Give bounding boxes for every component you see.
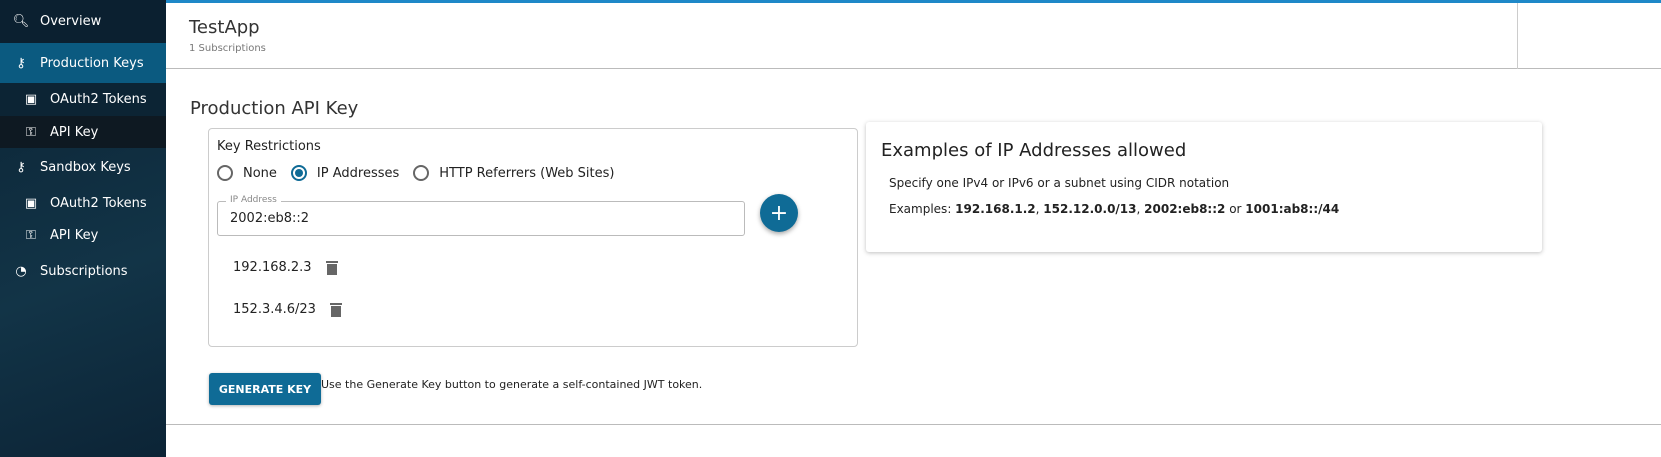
ip-list-item: 192.168.2.3 — [233, 260, 338, 275]
add-ip-button[interactable]: + — [760, 194, 798, 232]
radio-circle[interactable] — [413, 165, 430, 181]
page-title: Production API Key — [190, 98, 359, 119]
restriction-radio-group: None IP Addresses HTTP Referrers (Web Si… — [217, 165, 628, 181]
radio-circle-selected[interactable] — [290, 165, 307, 181]
ip-address-input[interactable]: IP Address 2002:eb8::2 — [217, 195, 745, 236]
header: TestApp 1 Subscriptions — [166, 3, 1661, 69]
ip-address-value[interactable]: 2002:eb8::2 — [230, 211, 309, 226]
sidebar-item-production-keys[interactable]: ⚷ Production Keys — [0, 43, 166, 83]
keys-icon: ⚷ — [16, 159, 26, 175]
keys-icon: ⚷ — [16, 55, 26, 71]
lock-icon: ▣ — [24, 92, 38, 107]
generate-key-hint: Use the Generate Key button to generate … — [321, 378, 703, 391]
sidebar-item-sandbox-api-key[interactable]: ⚿ API Key — [0, 219, 166, 251]
examples-description: Specify one IPv4 or IPv6 or a subnet usi… — [889, 176, 1230, 190]
generate-key-button[interactable]: GENERATE KEY — [209, 373, 321, 405]
sidebar-item-overview[interactable]: 🔍︎ Overview — [0, 0, 166, 43]
app-title: TestApp — [189, 17, 260, 38]
radio-ip-addresses[interactable]: IP Addresses — [290, 165, 399, 181]
ip-address-label: IP Address — [226, 195, 281, 205]
trash-icon[interactable] — [325, 260, 338, 275]
radio-http-referrers[interactable]: HTTP Referrers (Web Sites) — [413, 165, 614, 181]
overview-search-icon: 🔍︎ — [12, 14, 30, 29]
ip-list-item: 152.3.4.6/23 — [233, 302, 342, 317]
subscription-count: 1 Subscriptions — [189, 43, 266, 54]
lock-icon: ▣ — [24, 196, 38, 211]
sidebar: 🔍︎ Overview ⚷ Production Keys ▣ OAuth2 Toke… — [0, 0, 166, 457]
radio-none[interactable]: None — [217, 165, 277, 181]
key-restrictions-card: Key Restrictions None IP Addresses HTTP … — [208, 128, 858, 347]
rss-icon: ◔ — [15, 263, 27, 279]
examples-list: Examples: 192.168.1.2, 152.12.0.0/13, 20… — [889, 202, 1340, 216]
radio-circle[interactable] — [217, 165, 233, 181]
sidebar-item-sandbox-oauth2[interactable]: ▣ OAuth2 Tokens — [0, 187, 166, 220]
sidebar-item-subscriptions[interactable]: ◔ Subscriptions — [0, 254, 166, 288]
examples-title: Examples of IP Addresses allowed — [881, 140, 1187, 161]
examples-card: Examples of IP Addresses allowed Specify… — [866, 122, 1542, 252]
sidebar-item-production-api-key[interactable]: ⚿ API Key — [0, 116, 166, 148]
sidebar-item-production-oauth2[interactable]: ▣ OAuth2 Tokens — [0, 83, 166, 116]
key-icon: ⚿ — [26, 227, 36, 243]
sidebar-item-sandbox-keys[interactable]: ⚷ Sandbox Keys — [0, 150, 166, 184]
key-restrictions-label: Key Restrictions — [217, 139, 321, 154]
trash-icon[interactable] — [329, 302, 342, 317]
key-icon: ⚿ — [26, 124, 36, 140]
header-divider — [1517, 3, 1518, 69]
bottom-divider — [166, 424, 1661, 425]
